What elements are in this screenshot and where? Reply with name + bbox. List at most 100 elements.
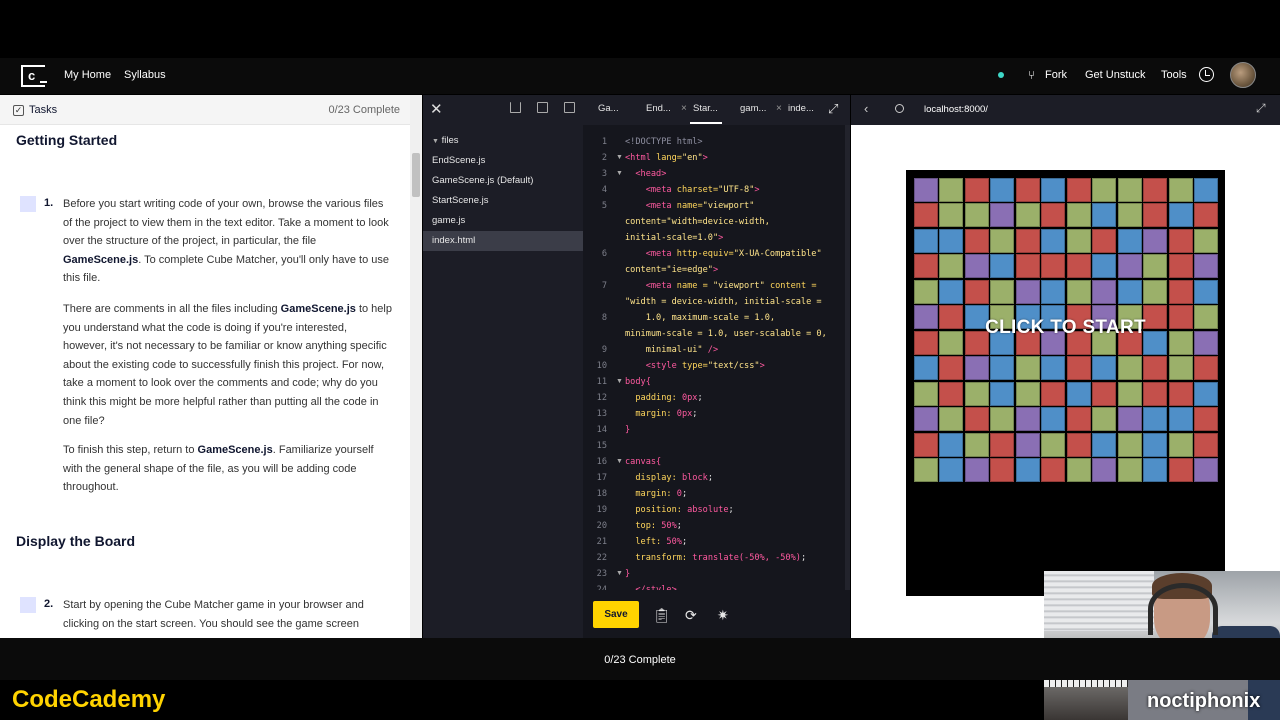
cube-tile[interactable] xyxy=(1194,407,1218,432)
cube-tile[interactable] xyxy=(1066,203,1091,228)
tree-file-endscene[interactable]: EndScene.js xyxy=(432,155,485,166)
cube-tile[interactable] xyxy=(1143,356,1168,381)
cube-tile[interactable] xyxy=(1066,178,1091,202)
cube-tile[interactable] xyxy=(1168,279,1193,304)
cube-tile[interactable] xyxy=(1168,178,1193,202)
cube-tile[interactable] xyxy=(1015,381,1040,406)
tree-file-startscene[interactable]: StartScene.js xyxy=(432,195,489,206)
task-1-checkbox[interactable] xyxy=(20,196,36,212)
cube-tile[interactable] xyxy=(1117,228,1142,253)
cube-tile[interactable] xyxy=(1143,432,1168,457)
cube-tile[interactable] xyxy=(1015,203,1040,228)
cube-tile[interactable] xyxy=(1194,458,1218,482)
task-2-checkbox[interactable] xyxy=(20,597,36,613)
cube-tile[interactable] xyxy=(1168,407,1193,432)
cube-tile[interactable] xyxy=(1092,407,1117,432)
cube-tile[interactable] xyxy=(964,279,989,304)
cube-tile[interactable] xyxy=(1194,356,1218,381)
cube-tile[interactable] xyxy=(1117,381,1142,406)
cube-tile[interactable] xyxy=(914,381,938,406)
cube-tile[interactable] xyxy=(1143,203,1168,228)
magic-format-icon[interactable]: ✷ xyxy=(717,607,729,624)
user-avatar[interactable] xyxy=(1230,62,1256,88)
cube-tile[interactable] xyxy=(939,254,964,279)
cube-tile[interactable] xyxy=(1194,178,1218,202)
cube-tile[interactable] xyxy=(1015,356,1040,381)
cube-tile[interactable] xyxy=(964,228,989,253)
cube-tile[interactable] xyxy=(990,178,1015,202)
tree-file-game[interactable]: game.js xyxy=(432,215,465,226)
codecademy-logo[interactable]: c xyxy=(21,65,45,87)
cube-tile[interactable] xyxy=(939,458,964,482)
refresh-icon[interactable] xyxy=(895,104,904,113)
cube-tile[interactable] xyxy=(1041,432,1066,457)
fork-button[interactable]: Fork xyxy=(1045,69,1067,81)
cube-tile[interactable] xyxy=(964,381,989,406)
cube-tile[interactable] xyxy=(990,381,1015,406)
cube-tile[interactable] xyxy=(1194,228,1218,253)
cube-tile[interactable] xyxy=(990,356,1015,381)
cube-tile[interactable] xyxy=(1041,356,1066,381)
click-to-start-text[interactable]: CLICK TO START xyxy=(906,317,1225,339)
cube-tile[interactable] xyxy=(914,432,938,457)
cube-tile[interactable] xyxy=(1092,381,1117,406)
fold-arrow-icon[interactable]: ▼ xyxy=(616,458,623,465)
tab-game[interactable]: gam... xyxy=(740,103,766,114)
cube-tile[interactable] xyxy=(1143,407,1168,432)
cube-tile[interactable] xyxy=(1194,254,1218,279)
fold-arrow-icon[interactable]: ▼ xyxy=(616,170,623,177)
cube-tile[interactable] xyxy=(1117,356,1142,381)
cube-tile[interactable] xyxy=(1092,254,1117,279)
cube-tile[interactable] xyxy=(990,279,1015,304)
cube-tile[interactable] xyxy=(1117,458,1142,482)
cube-tile[interactable] xyxy=(1168,458,1193,482)
cube-tile[interactable] xyxy=(1117,178,1142,202)
nav-my-home-link[interactable]: My Home xyxy=(64,69,111,81)
cube-tile[interactable] xyxy=(1092,356,1117,381)
cube-tile[interactable] xyxy=(1041,254,1066,279)
alarm-clock-icon[interactable] xyxy=(1199,67,1214,82)
tree-file-gamescene[interactable]: GameScene.js (Default) xyxy=(432,175,533,186)
fold-arrow-icon[interactable]: ▼ xyxy=(616,570,623,577)
cube-tile[interactable] xyxy=(1194,432,1218,457)
new-file-icon[interactable] xyxy=(564,102,575,113)
cube-tile[interactable] xyxy=(1015,279,1040,304)
cube-tile[interactable] xyxy=(939,203,964,228)
cube-tile[interactable] xyxy=(1066,279,1091,304)
cube-tile[interactable] xyxy=(1066,254,1091,279)
cube-tile[interactable] xyxy=(964,407,989,432)
cube-tile[interactable] xyxy=(939,432,964,457)
cube-tile[interactable] xyxy=(1143,254,1168,279)
cube-tile[interactable] xyxy=(1066,432,1091,457)
cube-tile[interactable] xyxy=(1066,407,1091,432)
tab-gamescene[interactable]: Ga... xyxy=(598,103,619,114)
cube-tile[interactable] xyxy=(939,178,964,202)
cube-tile[interactable] xyxy=(964,254,989,279)
cube-tile[interactable] xyxy=(1041,279,1066,304)
tab-index[interactable]: inde... xyxy=(788,103,814,114)
cube-tile[interactable] xyxy=(1092,228,1117,253)
cube-tile[interactable] xyxy=(914,356,938,381)
cube-tile[interactable] xyxy=(939,381,964,406)
cube-tile[interactable] xyxy=(1092,279,1117,304)
cube-tile[interactable] xyxy=(1041,407,1066,432)
cube-tile[interactable] xyxy=(914,407,938,432)
cube-tile[interactable] xyxy=(1066,458,1091,482)
cube-tile[interactable] xyxy=(1117,254,1142,279)
cube-tile[interactable] xyxy=(1117,203,1142,228)
cube-tile[interactable] xyxy=(1015,407,1040,432)
tasks-header[interactable]: ✓ Tasks 0/23 Complete xyxy=(0,95,410,125)
cube-tile[interactable] xyxy=(1066,381,1091,406)
cube-tile[interactable] xyxy=(914,203,938,228)
expand-editor-icon[interactable]: ⤢ xyxy=(828,101,838,117)
cube-tile[interactable] xyxy=(1143,279,1168,304)
cube-tile[interactable] xyxy=(964,203,989,228)
cube-tile[interactable] xyxy=(914,458,938,482)
tree-file-index[interactable]: index.html xyxy=(432,235,475,246)
cube-tile[interactable] xyxy=(990,407,1015,432)
cube-tile[interactable] xyxy=(990,432,1015,457)
cube-tile[interactable] xyxy=(914,178,938,202)
cube-tile[interactable] xyxy=(964,458,989,482)
tree-folder-files[interactable]: ▼ files xyxy=(432,135,458,146)
tab-close-icon[interactable]: × xyxy=(681,103,687,114)
